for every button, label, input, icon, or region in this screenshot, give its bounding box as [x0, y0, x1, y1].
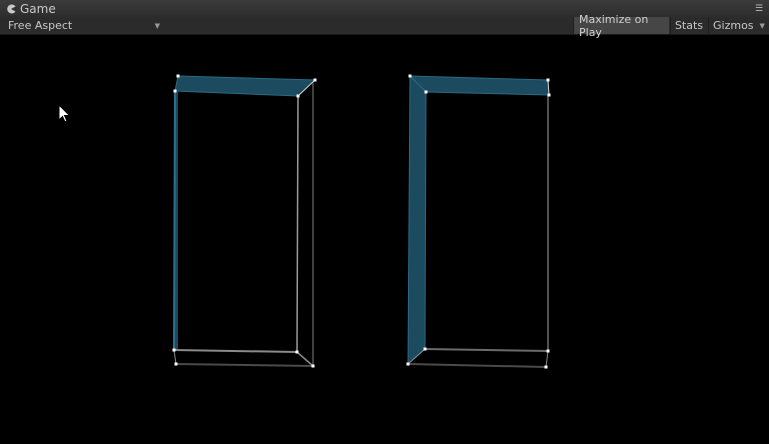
maximize-on-play-button[interactable]: Maximize on Play — [573, 13, 669, 39]
game-tab[interactable]: Game — [0, 0, 66, 17]
scene-render — [172, 74, 551, 369]
context-menu-icon[interactable]: ☰ — [753, 4, 765, 14]
door-frame-right — [406, 74, 551, 369]
gizmos-button[interactable]: Gizmos ▼ — [708, 17, 769, 34]
aspect-label: Free Aspect — [8, 19, 73, 32]
dropdown-caret-icon: ▼ — [759, 21, 765, 30]
game-toolbar: Free Aspect ▼ Maximize on Play Stats Giz… — [0, 13, 769, 39]
stats-button[interactable]: Stats — [670, 17, 707, 34]
gizmos-label: Gizmos — [713, 19, 754, 32]
stats-label: Stats — [674, 19, 704, 32]
chevron-down-icon: ▼ — [154, 21, 160, 30]
game-tab-title: Game — [20, 1, 56, 16]
game-viewport[interactable] — [0, 35, 769, 444]
aspect-dropdown[interactable]: Free Aspect ▼ — [4, 17, 162, 34]
mouse-pointer-icon — [58, 104, 71, 123]
door-frame-left — [172, 74, 317, 368]
pacman-icon — [7, 4, 16, 13]
